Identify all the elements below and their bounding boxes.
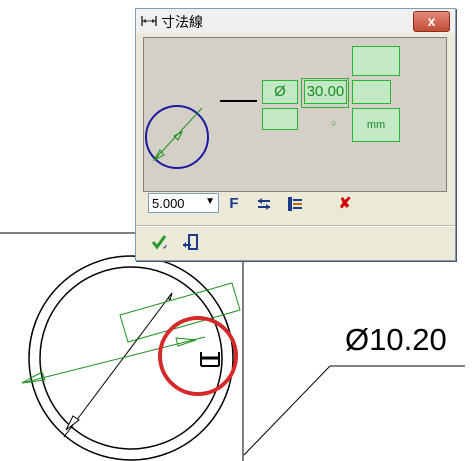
scale-combobox[interactable]: 5.000 ▼: [148, 193, 219, 213]
dimension-preview-panel: Ø 30.00 ○ mm: [143, 37, 447, 192]
close-button[interactable]: x: [413, 11, 450, 32]
scale-value: 5.000: [152, 196, 185, 211]
suffix-box-upper[interactable]: [352, 80, 391, 104]
dialog-title: 寸法線: [161, 14, 203, 30]
arrow-head-top: [167, 292, 173, 301]
dimension-label[interactable]: Ø10.20: [345, 322, 447, 358]
superscript-box[interactable]: [352, 46, 400, 76]
center-mark: ○: [331, 118, 337, 128]
diameter-line: [63, 292, 173, 438]
dimension-dialog: 寸法線 x Ø 30.00 ○ mm 5.000 ▼ F ✘: [135, 8, 456, 261]
dimension-tool-icon: [141, 16, 157, 26]
unit-box[interactable]: mm: [352, 108, 400, 142]
resize-cursor-icon: [200, 352, 220, 367]
prefix-box-lower[interactable]: [262, 108, 298, 130]
font-icon[interactable]: F: [225, 195, 243, 213]
leader-diagonal: [243, 365, 331, 456]
chevron-down-icon[interactable]: ▼: [205, 196, 215, 207]
preview-arrow-center: [173, 130, 184, 141]
swap-arrows-icon[interactable]: [255, 195, 273, 213]
exit-door-icon[interactable]: [182, 233, 200, 251]
separator-highlight: [136, 226, 455, 227]
properties-icon[interactable]: [286, 195, 304, 213]
inner-circle: [39, 266, 223, 450]
title-bar[interactable]: 寸法線 x: [136, 9, 455, 33]
value-box[interactable]: 30.00: [304, 80, 347, 104]
delete-icon[interactable]: ✘: [336, 195, 354, 213]
highlight-circle: [158, 316, 238, 396]
diameter-symbol-box[interactable]: Ø: [262, 80, 298, 104]
ok-checkmark-icon[interactable]: [151, 233, 169, 251]
